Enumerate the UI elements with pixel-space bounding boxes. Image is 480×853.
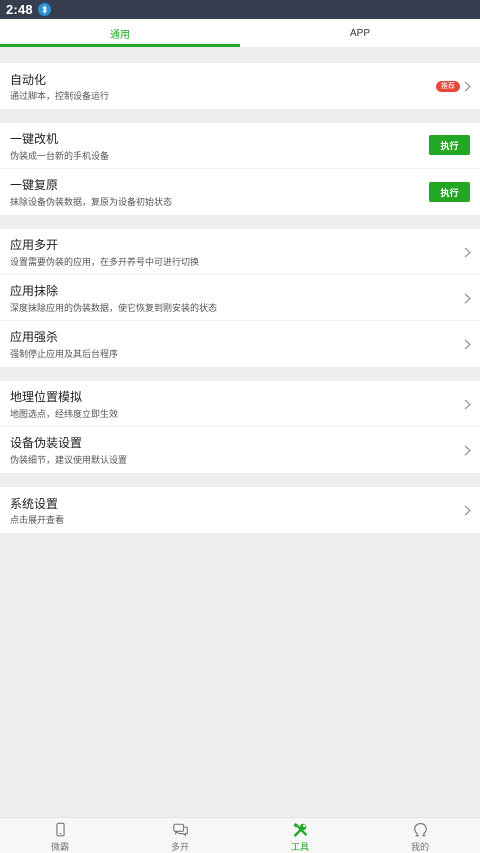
app-erase-item[interactable]: 应用抹除 深度抹除应用的伪装数据，使它恢复到刚安装的状态 [0, 275, 480, 321]
app-multi-open-item[interactable]: 应用多开 设置需要伪装的应用，在多开养号中可进行切换 [0, 229, 480, 275]
top-tabs: 通用 APP [0, 19, 480, 47]
group-system: 系统设置 点击展开查看 [0, 487, 480, 533]
location-simulation-item[interactable]: 地理位置模拟 地图选点，经纬度立即生效 [0, 381, 480, 427]
one-click-restore-item: 一键复原 抹除设备伪装数据，复原为设备初始状态 执行 [0, 169, 480, 215]
chevron-right-icon [464, 399, 471, 410]
system-settings-item[interactable]: 系统设置 点击展开查看 [0, 487, 480, 533]
chevron-right-icon [464, 247, 471, 258]
group-app-management: 应用多开 设置需要伪装的应用，在多开养号中可进行切换 应用抹除 深度抹除应用的伪… [0, 229, 480, 367]
tab-app[interactable]: APP [240, 19, 480, 47]
app-erase-subtitle: 深度抹除应用的伪装数据，使它恢复到刚安装的状态 [10, 303, 218, 313]
nav-weiba[interactable]: 微霸 [0, 818, 120, 853]
group-one-click: 一键改机 伪装成一台新的手机设备 执行 一键复原 抹除设备伪装数据，复原为设备初… [0, 123, 480, 215]
app-force-stop-subtitle: 强制停止应用及其后台程序 [10, 349, 119, 359]
status-time: 2:48 [6, 2, 33, 17]
chat-bubbles-icon [172, 823, 188, 837]
automation-title: 自动化 [10, 73, 47, 87]
tab-general-label: 通用 [110, 29, 130, 41]
one-click-restore-execute-button[interactable]: 执行 [429, 182, 470, 202]
device-disguise-settings-item[interactable]: 设备伪装设置 伪装细节，建议使用默认设置 [0, 427, 480, 473]
one-click-modify-subtitle: 伪装成一台新的手机设备 [10, 151, 110, 161]
one-click-modify-execute-button[interactable]: 执行 [429, 135, 470, 155]
one-click-modify-title: 一键改机 [10, 132, 59, 146]
profile-icon [413, 823, 427, 837]
tab-general[interactable]: 通用 [0, 19, 240, 47]
chevron-right-icon [464, 339, 471, 350]
chevron-right-icon [464, 293, 471, 304]
phone-icon [55, 822, 65, 837]
app-multi-open-title: 应用多开 [10, 238, 59, 252]
tools-icon [292, 822, 307, 837]
nav-multi-open-label: 多开 [170, 842, 189, 852]
system-settings-title: 系统设置 [10, 497, 59, 511]
bluetooth-icon [37, 3, 51, 16]
nav-weiba-label: 微霸 [50, 842, 69, 852]
chevron-right-icon [464, 505, 471, 516]
nav-tools-label: 工具 [290, 842, 309, 852]
one-click-modify-item: 一键改机 伪装成一台新的手机设备 执行 [0, 123, 480, 169]
device-disguise-settings-subtitle: 伪装细节，建议使用默认设置 [10, 455, 128, 465]
nav-profile[interactable]: 我的 [360, 818, 480, 853]
app-multi-open-subtitle: 设置需要伪装的应用，在多开养号中可进行切换 [10, 257, 200, 267]
location-simulation-title: 地理位置模拟 [10, 390, 83, 404]
nav-multi-open[interactable]: 多开 [120, 818, 240, 853]
automation-subtitle: 通过脚本，控制设备运行 [10, 91, 110, 101]
app-erase-title: 应用抹除 [10, 284, 59, 298]
status-bar: 2:48 [0, 0, 480, 19]
automation-item[interactable]: 自动化 通过脚本，控制设备运行 推荐 [0, 63, 480, 109]
recommend-badge: 推荐 [436, 81, 460, 92]
one-click-restore-subtitle: 抹除设备伪装数据，复原为设备初始状态 [10, 197, 173, 207]
bottom-nav: 微霸 多开 工具 我的 [0, 817, 480, 853]
device-disguise-settings-title: 设备伪装设置 [10, 436, 83, 450]
group-location-device: 地理位置模拟 地图选点，经纬度立即生效 设备伪装设置 伪装细节，建议使用默认设置 [0, 381, 480, 473]
nav-tools[interactable]: 工具 [240, 818, 360, 853]
group-automation: 自动化 通过脚本，控制设备运行 推荐 [0, 63, 480, 109]
app-force-stop-item[interactable]: 应用强杀 强制停止应用及其后台程序 [0, 321, 480, 367]
chevron-right-icon [464, 81, 471, 92]
app-force-stop-title: 应用强杀 [10, 330, 59, 344]
nav-profile-label: 我的 [410, 842, 429, 852]
one-click-restore-title: 一键复原 [10, 178, 59, 192]
system-settings-subtitle: 点击展开查看 [10, 515, 65, 525]
location-simulation-subtitle: 地图选点，经纬度立即生效 [10, 409, 119, 419]
tab-app-label: APP [349, 27, 370, 39]
chevron-right-icon [464, 445, 471, 456]
